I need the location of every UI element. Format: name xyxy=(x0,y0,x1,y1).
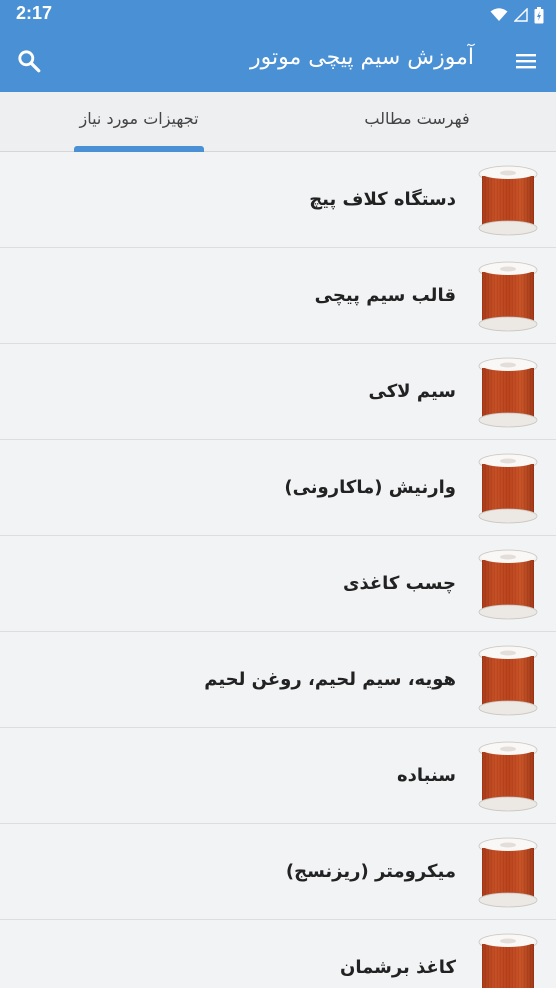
menu-icon[interactable] xyxy=(514,49,538,73)
battery-icon xyxy=(534,6,544,23)
copper-wire-spool-icon xyxy=(478,453,538,524)
equipment-list: دستگاه کلاف پیچ قالب سیم پیچی سیم لاکی و… xyxy=(0,152,556,988)
list-item[interactable]: کاغذ برشمان xyxy=(0,920,556,988)
signal-icon xyxy=(514,8,528,22)
app-bar: آموزش سیم پیچی موتور xyxy=(0,29,556,92)
copper-wire-spool-icon xyxy=(478,549,538,620)
list-item-label: وارنیش (ماکارونی) xyxy=(284,477,456,498)
list-item[interactable]: دستگاه کلاف پیچ xyxy=(0,152,556,248)
status-time: 2:17 xyxy=(16,3,53,23)
copper-wire-spool-icon xyxy=(478,165,538,236)
copper-wire-spool-icon xyxy=(478,645,538,716)
list-item[interactable]: چسب کاغذی xyxy=(0,536,556,632)
tab-bar: فهرست مطالب تجهیزات مورد نیاز xyxy=(0,92,556,152)
list-item[interactable]: وارنیش (ماکارونی) xyxy=(0,440,556,536)
wifi-icon xyxy=(490,8,508,21)
list-item-label: هویه، سیم لحیم، روغن لحیم xyxy=(204,669,456,690)
list-item[interactable]: قالب سیم پیچی xyxy=(0,248,556,344)
list-item-label: دستگاه کلاف پیچ xyxy=(309,189,456,210)
list-item[interactable]: سیم لاکی xyxy=(0,344,556,440)
tab-required-equipment[interactable]: تجهیزات مورد نیاز xyxy=(0,92,278,152)
list-item-label: سیم لاکی xyxy=(368,381,456,402)
copper-wire-spool-icon xyxy=(478,837,538,908)
list-item-label: میکرومتر (ریزنسج) xyxy=(285,861,456,882)
app-title: آموزش سیم پیچی موتور xyxy=(250,45,474,70)
list-item[interactable]: هویه، سیم لحیم، روغن لحیم xyxy=(0,632,556,728)
status-bar: 2:17 xyxy=(0,0,556,29)
copper-wire-spool-icon xyxy=(478,741,538,812)
copper-wire-spool-icon xyxy=(478,357,538,428)
copper-wire-spool-icon xyxy=(478,933,538,988)
tab-table-of-contents[interactable]: فهرست مطالب xyxy=(278,92,556,152)
list-item[interactable]: میکرومتر (ریزنسج) xyxy=(0,824,556,920)
list-item-label: قالب سیم پیچی xyxy=(314,285,456,306)
copper-wire-spool-icon xyxy=(478,261,538,332)
list-item[interactable]: سنباده xyxy=(0,728,556,824)
status-icons xyxy=(490,5,544,25)
search-icon[interactable] xyxy=(16,48,42,74)
list-item-label: چسب کاغذی xyxy=(342,573,456,594)
list-item-label: سنباده xyxy=(396,765,456,786)
list-item-label: کاغذ برشمان xyxy=(339,957,456,978)
